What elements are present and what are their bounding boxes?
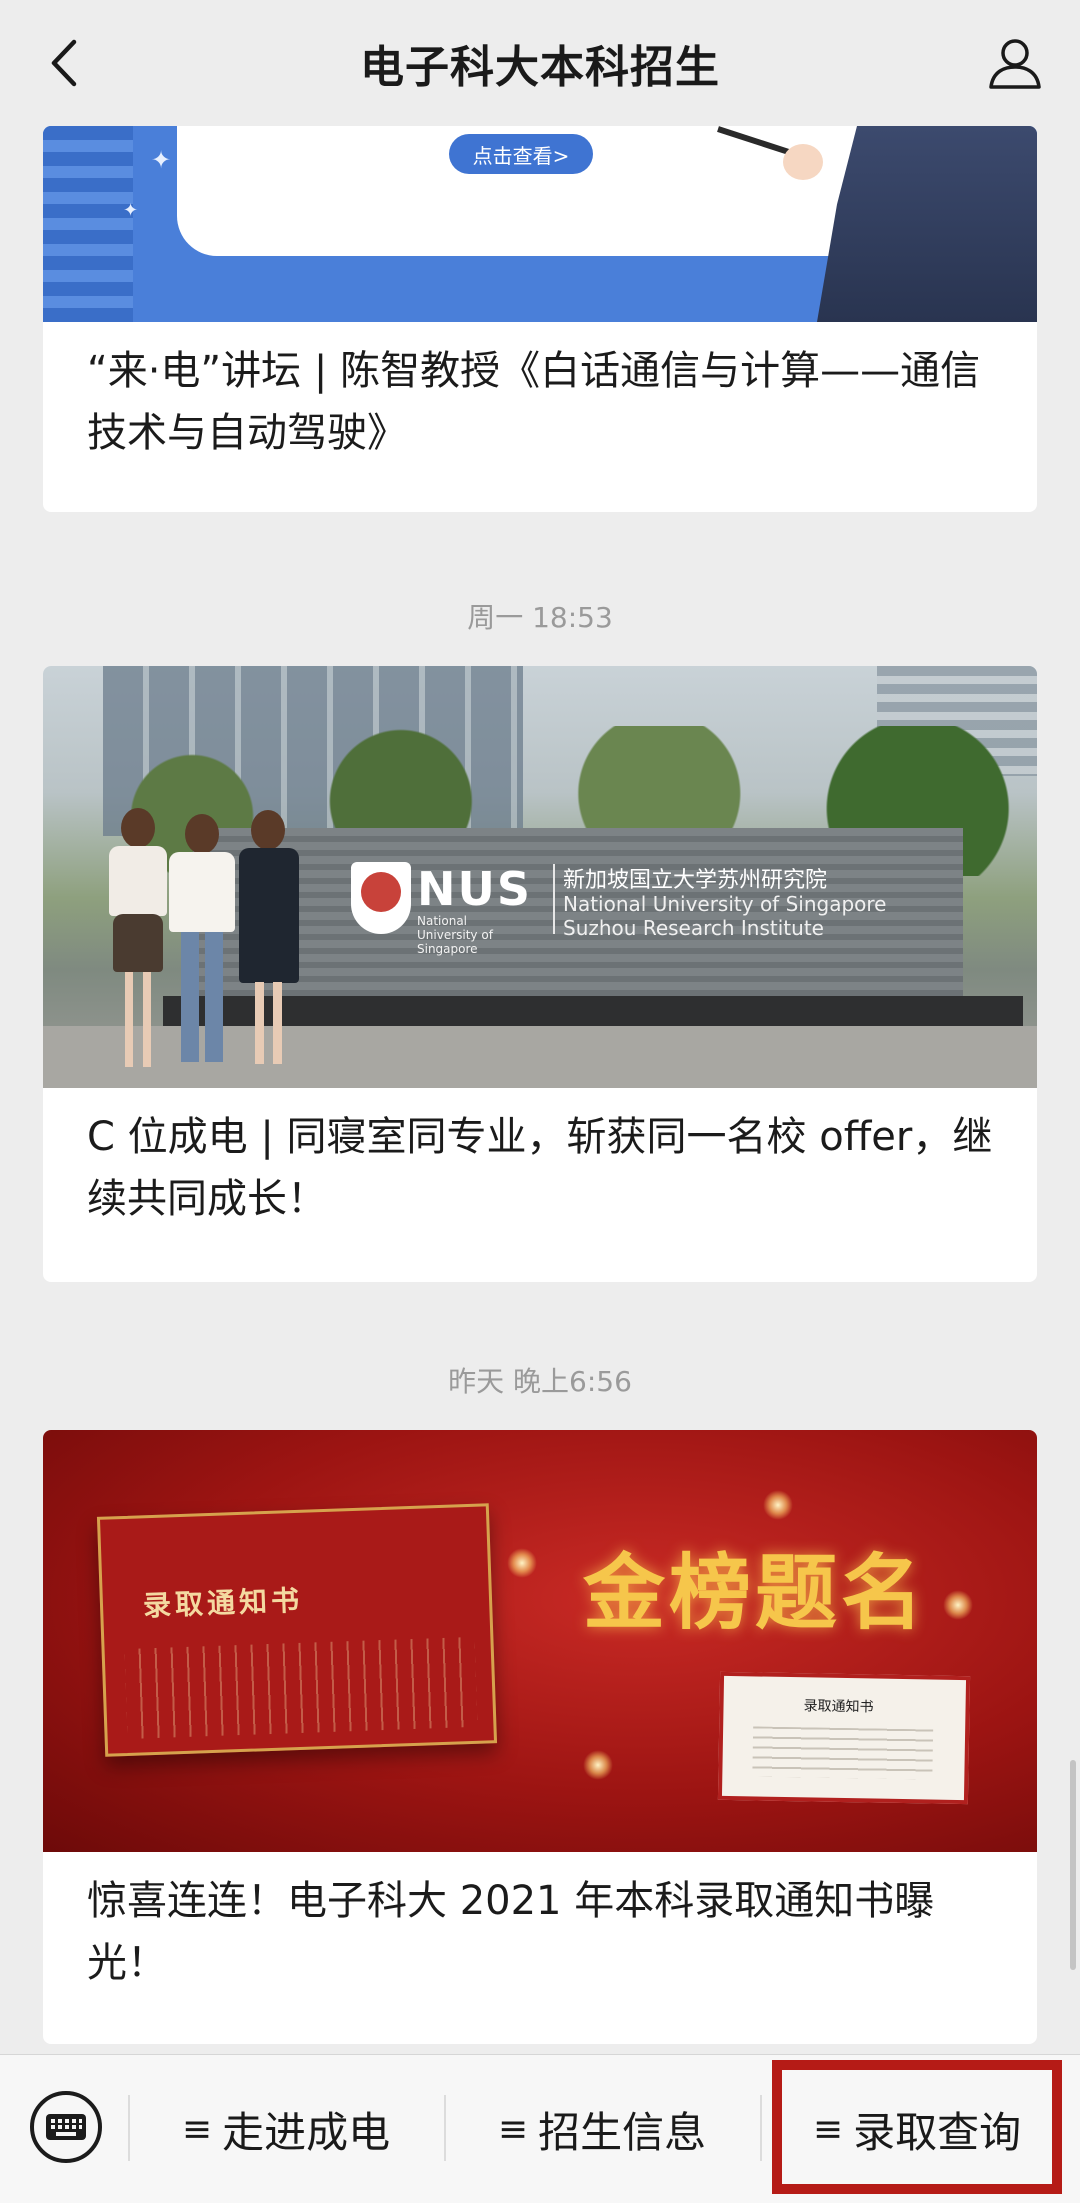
profile-button[interactable] (980, 28, 1050, 98)
article-thumbnail[interactable]: 录取通知书 金榜题名 录取通知书 (43, 1430, 1037, 1852)
headline-text: 金榜题名 (583, 1546, 928, 1641)
article-title[interactable]: “来·电”讲坛 | 陈智教授《白话通信与计算——通信技术与自动驾驶》 (43, 322, 1037, 512)
admission-letter-cover: 录取通知书 (96, 1503, 498, 1757)
keyboard-toggle-button[interactable] (30, 2091, 102, 2163)
sign-divider (553, 864, 555, 934)
menu-zhaosheng-xinxi[interactable]: ≡ 招生信息 (446, 2055, 758, 2203)
page-title: 电子科大本科招生 (360, 42, 720, 93)
article-card[interactable]: 点击查看> ✦ ✦ “来·电”讲坛 | 陈智教授《白话通信与计算——通信技术与自… (43, 126, 1037, 512)
menu-icon: ≡ (497, 2109, 529, 2150)
scrollbar[interactable] (1070, 1760, 1076, 1970)
nus-crest-logo (351, 862, 411, 934)
cover-illustration (124, 1636, 478, 1739)
sign-brand: NUS (417, 862, 532, 916)
letter-lines (752, 1726, 934, 1780)
timestamp: 周一 18:53 (467, 601, 613, 634)
light-sparkle (507, 1548, 537, 1578)
student-figure (163, 814, 241, 1079)
light-sparkle (943, 1590, 973, 1620)
banner-decoration (43, 126, 133, 322)
timestamp: 昨天 晚上6:56 (448, 1365, 632, 1398)
bottom-menu-bar: ≡ 走进成电 ≡ 招生信息 ≡ 录取查询 (0, 2054, 1080, 2203)
sign-name-en-line: National University of Singapore (563, 892, 887, 916)
sign-name-en-line: Suzhou Research Institute (563, 916, 824, 940)
menu-icon: ≡ (812, 2109, 844, 2150)
sign-name-cn: 新加坡国立大学苏州研究院 (563, 868, 828, 893)
sparkle-icon: ✦ (123, 200, 139, 221)
admission-letter-page: 录取通知书 (717, 1671, 971, 1805)
view-button[interactable]: 点击查看> (449, 134, 593, 174)
sparkle-icon: ✦ (151, 146, 172, 174)
article-title[interactable]: 惊喜连连！电子科大 2021 年本科录取通知书曝光！ (43, 1852, 1037, 2044)
article-thumbnail[interactable]: NUS National University of Singapore 新加坡… (43, 666, 1037, 1088)
student-figure (233, 810, 305, 1080)
article-thumbnail[interactable]: 点击查看> ✦ ✦ (43, 126, 1037, 322)
chevron-left-icon (51, 39, 77, 87)
keyboard-icon (46, 2114, 86, 2140)
divider (760, 2095, 762, 2161)
presenter-hand (783, 144, 823, 180)
article-title[interactable]: C 位成电 | 同寝室同专业，斩获同一名校 offer，继续共同成长！ (43, 1088, 1037, 1282)
back-button[interactable] (30, 30, 96, 96)
article-card[interactable]: 录取通知书 金榜题名 录取通知书 惊喜连连！电子科大 2021 年本科录取通知书… (43, 1430, 1037, 2044)
menu-luqu-chaxun[interactable]: ≡ 录取查询 (772, 2055, 1062, 2203)
person-icon (989, 39, 1041, 89)
top-app-bar: 电子科大本科招生 (0, 0, 1080, 126)
sign-brand-sub: National University of Singapore (417, 914, 493, 956)
menu-label: 走进成电 (222, 2108, 391, 2157)
menu-label: 录取查询 (853, 2108, 1022, 2157)
letter-title: 录取通知书 (803, 1698, 874, 1716)
article-card[interactable]: NUS National University of Singapore 新加坡… (43, 666, 1037, 1282)
light-sparkle (763, 1490, 793, 1520)
menu-label: 招生信息 (538, 2108, 707, 2157)
menu-zoujin-chengdian[interactable]: ≡ 走进成电 (130, 2055, 442, 2203)
sign-name-en: National University of Singapore Suzhou … (563, 892, 886, 940)
light-sparkle (583, 1750, 613, 1780)
cover-title: 录取通知书 (142, 1583, 304, 1623)
menu-icon: ≡ (181, 2109, 213, 2150)
